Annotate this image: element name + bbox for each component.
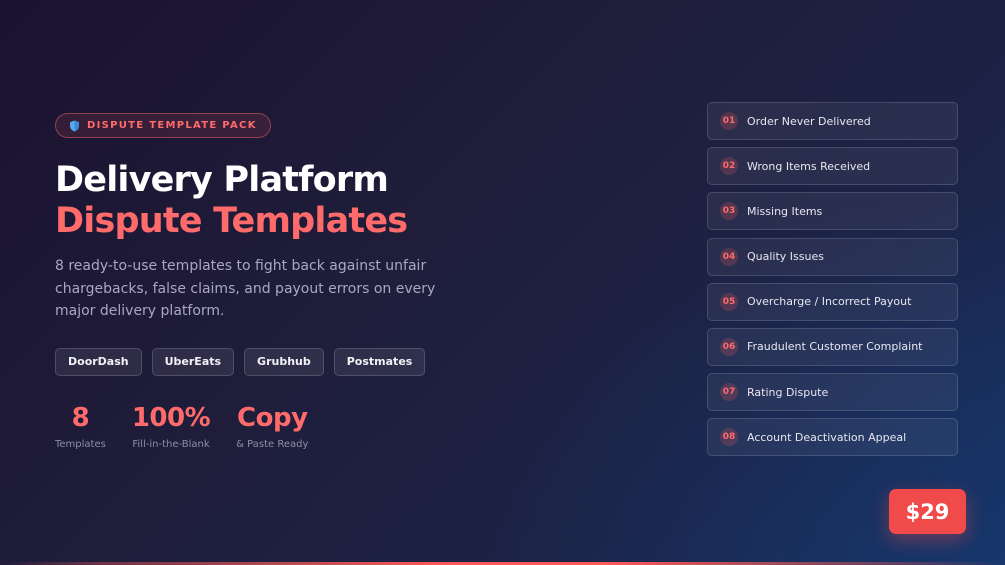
title-line-1: Delivery Platform	[55, 160, 389, 200]
page-title: Delivery Platform Dispute Templates	[55, 160, 515, 242]
template-item: 08 Account Deactivation Appeal	[707, 418, 958, 457]
stat-label: & Paste Ready	[236, 438, 309, 450]
shield-icon	[69, 120, 80, 132]
template-number: 07	[720, 383, 738, 402]
badge-label: DISPUTE TEMPLATE PACK	[87, 120, 257, 131]
stat-fill-in: 100% Fill-in-the-Blank	[131, 402, 211, 450]
template-number: 06	[720, 337, 738, 356]
platform-chip-postmates: Postmates	[333, 347, 426, 376]
template-label: Order Never Delivered	[747, 114, 871, 128]
stat-label: Templates	[55, 438, 106, 450]
platform-chip-ubereats: UberEats	[151, 347, 235, 376]
stat-value: Copy	[237, 402, 308, 433]
stat-copy-paste: Copy & Paste Ready	[236, 403, 308, 450]
template-number: 02	[720, 157, 738, 176]
template-label: Missing Items	[747, 204, 823, 218]
title-line-2: Dispute Templates	[55, 201, 408, 241]
template-label: Rating Dispute	[747, 385, 829, 399]
platform-chip-grubhub: Grubhub	[244, 347, 324, 376]
template-label: Account Deactivation Appeal	[747, 430, 907, 444]
template-label: Fraudulent Customer Complaint	[747, 340, 923, 354]
stat-value: 8	[71, 402, 90, 433]
stat-label: Fill-in-the-Blank	[132, 438, 210, 450]
product-badge: DISPUTE TEMPLATE PACK	[55, 113, 271, 138]
template-item: 06 Fraudulent Customer Complaint	[707, 327, 958, 366]
template-label: Wrong Items Received	[747, 159, 871, 173]
template-number: 04	[720, 247, 738, 266]
template-number: 03	[720, 202, 738, 221]
stat-value: 100%	[131, 402, 211, 433]
platform-chip-doordash: DoorDash	[55, 347, 142, 376]
template-item: 07 Rating Dispute	[707, 373, 958, 412]
template-item: 04 Quality Issues	[707, 237, 958, 276]
template-label: Quality Issues	[747, 250, 824, 264]
template-number: 05	[720, 292, 738, 311]
hero-section: DISPUTE TEMPLATE PACK Delivery Platform …	[55, 113, 515, 450]
stats-row: 8 Templates 100% Fill-in-the-Blank Copy …	[55, 403, 515, 450]
platform-chips: DoorDash UberEats Grubhub Postmates	[55, 347, 515, 376]
template-item: 01 Order Never Delivered	[707, 102, 958, 140]
template-item: 05 Overcharge / Incorrect Payout	[707, 282, 958, 321]
template-list: 01 Order Never Delivered 02 Wrong Items …	[707, 102, 958, 464]
price-tag: $29	[889, 489, 966, 534]
template-number: 08	[720, 428, 738, 447]
template-item: 03 Missing Items	[707, 192, 958, 231]
description: 8 ready-to-use templates to fight back a…	[55, 258, 436, 319]
template-number: 01	[720, 112, 738, 130]
stat-templates: 8 Templates	[55, 403, 106, 450]
template-item: 02 Wrong Items Received	[707, 147, 958, 186]
template-label: Overcharge / Incorrect Payout	[747, 295, 912, 309]
